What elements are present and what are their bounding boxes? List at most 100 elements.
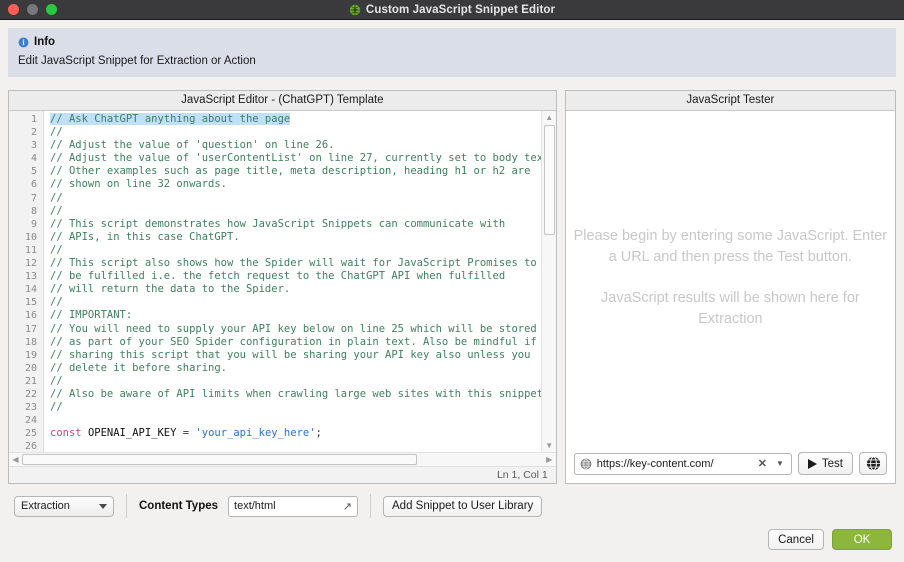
snippet-mode-select[interactable]: Extraction (14, 495, 114, 517)
line-number: 24 (24, 415, 37, 427)
code-line[interactable]: // (50, 126, 556, 139)
snippet-editor-window: Custom JavaScript Snippet Editor Info Ed… (0, 0, 904, 562)
code-line[interactable]: // (50, 296, 556, 309)
tester-placeholder-secondary: JavaScript results will be shown here fo… (601, 290, 860, 327)
info-header: Info (18, 36, 886, 48)
code-line[interactable]: // (50, 192, 556, 205)
url-input[interactable]: https://key-content.com/ ✕ ▼ (573, 452, 792, 475)
url-value[interactable]: https://key-content.com/ (597, 458, 750, 470)
code-line[interactable] (50, 440, 556, 452)
code-line[interactable]: // You will need to supply your API key … (50, 323, 556, 336)
code-line[interactable]: // Other examples such as page title, me… (50, 165, 556, 178)
add-snippet-to-library-button[interactable]: Add Snippet to User Library (383, 495, 543, 517)
info-icon (18, 37, 29, 48)
tester-results-area: Please begin by entering some JavaScript… (565, 111, 895, 445)
line-number: 19 (24, 349, 37, 361)
dialog-footer: Cancel OK (0, 518, 904, 562)
comment-text: // Adjust the value of 'userContentList'… (50, 152, 556, 165)
string-token: 'your_api_key_here' (195, 427, 316, 440)
content-types-value: text/html (234, 500, 276, 512)
editor-horizontal-scrollbar[interactable]: ◀ ▶ (9, 452, 556, 466)
code-line[interactable] (50, 414, 556, 427)
line-number: 13 (24, 271, 37, 283)
test-button[interactable]: Test (797, 452, 853, 475)
code-line[interactable]: // will return the data to the Spider. (50, 283, 556, 296)
javascript-editor-panel: JavaScript Editor - (ChatGPT) Template 1… (8, 90, 557, 484)
scroll-right-icon[interactable]: ▶ (543, 453, 556, 466)
line-number: 20 (24, 362, 37, 374)
content-types-input[interactable]: text/html ↗ (228, 495, 359, 517)
comment-text: // (50, 126, 63, 139)
code-line[interactable]: // (50, 375, 556, 388)
comment-text: // will return the data to the Spider. (50, 283, 291, 296)
line-number: 5 (30, 166, 37, 178)
code-line[interactable]: // (50, 244, 556, 257)
expand-arrow-icon[interactable]: ↗ (343, 500, 352, 513)
line-number-gutter: 1 2 3 4 5 6 7 8 9 10 11 12 13 14 15 16 17 18 19 20 21 22 23 24 2… (9, 111, 44, 452)
code-line[interactable]: // APIs, in this case ChatGPT. (50, 231, 556, 244)
code-line[interactable]: // shown on line 32 onwards. (50, 178, 556, 191)
code-text-area[interactable]: // Ask ChatGPT anything about the page//… (44, 111, 556, 452)
comment-text: // Adjust the value of 'question' on lin… (50, 139, 335, 152)
line-number: 15 (24, 297, 37, 309)
comment-text: // Also be aware of API limits when craw… (50, 387, 550, 400)
tester-url-row: https://key-content.com/ ✕ ▼ Test (566, 445, 895, 483)
vertical-scroll-thumb[interactable] (543, 125, 555, 235)
line-number: 22 (24, 388, 37, 400)
line-number: 26 (24, 441, 37, 452)
line-number: 18 (24, 336, 37, 348)
test-button-label: Test (821, 457, 843, 470)
code-line[interactable]: // Adjust the value of 'userContentList'… (50, 152, 556, 165)
code-line[interactable]: // Ask ChatGPT anything about the page (50, 113, 556, 126)
editor-vertical-scrollbar[interactable]: ▲ ▼ (540, 111, 556, 452)
code-line[interactable]: // as part of your SEO Spider configurat… (50, 336, 556, 349)
comment-text: // shown on line 32 onwards. (50, 178, 228, 191)
code-line[interactable]: // Adjust the value of 'question' on lin… (50, 139, 556, 152)
line-number: 21 (24, 375, 37, 387)
line-number: 10 (24, 231, 37, 243)
horizontal-scroll-thumb[interactable] (22, 454, 417, 465)
maximize-window-button[interactable] (46, 4, 57, 15)
code-editor[interactable]: 1 2 3 4 5 6 7 8 9 10 11 12 13 14 15 16 17 18 19 20 21 22 23 24 2… (9, 111, 556, 452)
line-number: 8 (30, 205, 37, 217)
scroll-left-icon[interactable]: ◀ (9, 453, 22, 466)
operator-token: = (176, 427, 196, 440)
code-line[interactable]: // sharing this script that you will be … (50, 349, 556, 362)
comment-text: // (50, 296, 63, 309)
info-banner: Info Edit JavaScript Snippet for Extract… (8, 28, 896, 77)
tester-placeholder-primary: Please begin by entering some JavaScript… (573, 228, 888, 265)
line-number: 2 (30, 127, 37, 139)
comment-text: // This script demonstrates how JavaScri… (50, 217, 506, 230)
comment-text: // be fulfilled i.e. the fetch request t… (50, 270, 506, 283)
horizontal-scroll-track[interactable] (22, 454, 528, 465)
comment-text: // (50, 374, 63, 387)
info-body-text: Edit JavaScript Snippet for Extraction o… (18, 55, 256, 67)
clear-x-icon[interactable]: ✕ (755, 457, 770, 470)
scroll-down-icon[interactable]: ▼ (542, 439, 556, 452)
line-number: 1 (30, 114, 37, 125)
scroll-up-icon[interactable]: ▲ (542, 111, 556, 124)
code-line[interactable]: // (50, 401, 556, 414)
open-in-browser-button[interactable] (859, 452, 887, 475)
chevron-down-icon[interactable]: ▼ (775, 459, 787, 468)
code-line[interactable]: // This script also shows how the Spider… (50, 257, 556, 270)
cancel-button[interactable]: Cancel (768, 529, 824, 550)
window-title-group: Custom JavaScript Snippet Editor (0, 4, 904, 16)
minimize-window-button[interactable] (27, 4, 38, 15)
code-line[interactable]: // Also be aware of API limits when craw… (50, 388, 556, 401)
snippet-mode-value: Extraction (21, 500, 70, 512)
line-number: 14 (24, 284, 37, 296)
identifier-token: OPENAI_API_KEY (87, 427, 177, 440)
comment-text: // APIs, in this case ChatGPT. (50, 230, 240, 243)
line-number: 3 (30, 140, 37, 152)
code-line[interactable]: // be fulfilled i.e. the fetch request t… (50, 270, 556, 283)
punctuation-token: ; (315, 427, 322, 440)
code-line[interactable]: // delete it before sharing. (50, 362, 556, 375)
code-line[interactable]: const OPENAI_API_KEY = 'your_api_key_her… (50, 427, 556, 440)
close-window-button[interactable] (8, 4, 19, 15)
comment-text: // IMPORTANT: (50, 309, 133, 322)
code-line[interactable]: // (50, 205, 556, 218)
code-line[interactable]: // IMPORTANT: (50, 309, 556, 322)
code-line[interactable]: // This script demonstrates how JavaScri… (50, 218, 556, 231)
ok-button[interactable]: OK (832, 529, 892, 550)
